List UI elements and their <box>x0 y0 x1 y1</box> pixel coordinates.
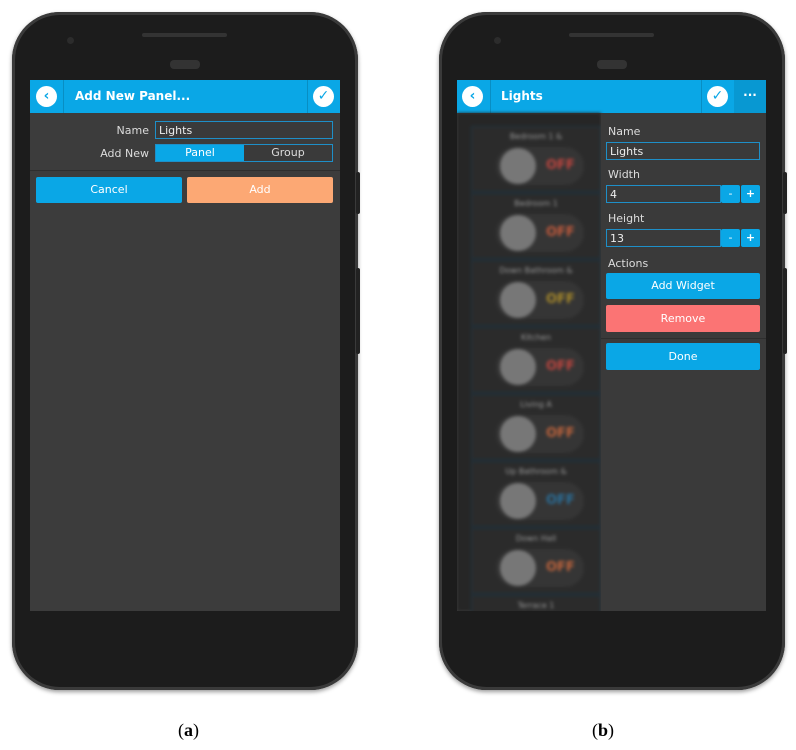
caption-b-letter: b <box>598 720 609 740</box>
back-button[interactable]: ‹ <box>462 86 483 107</box>
name-input[interactable]: Lights <box>155 121 333 139</box>
type-segmented-control: Panel Group <box>155 144 333 162</box>
widget-card[interactable]: Down Bathroom & OFF <box>471 260 601 326</box>
actions-label: Actions <box>608 257 649 270</box>
divider <box>490 80 491 113</box>
divider <box>701 80 702 113</box>
widget-list: Bedroom 1 & OFF Bedroom 1 OFF Down Bathroo… <box>457 113 601 611</box>
check-icon: ✓ <box>711 88 724 104</box>
width-input[interactable]: 4 <box>606 185 721 203</box>
camera <box>494 37 501 44</box>
confirm-button[interactable]: ✓ <box>707 86 728 107</box>
toggle-state: OFF <box>546 426 575 441</box>
name-label: Name <box>608 125 641 138</box>
toggle-switch[interactable]: OFF <box>496 482 584 520</box>
toggle-knob <box>500 282 536 318</box>
widget-card[interactable]: Terrace 1 OFF <box>471 595 601 611</box>
toggle-knob <box>500 215 536 251</box>
widget-card[interactable]: Bedroom 1 OFF <box>471 193 601 259</box>
toggle-state: OFF <box>546 225 575 240</box>
segment-group[interactable]: Group <box>244 145 332 161</box>
widget-title: Down Bathroom & <box>499 266 573 275</box>
done-button[interactable]: Done <box>606 343 760 370</box>
toggle-state: OFF <box>546 359 575 374</box>
speaker <box>569 33 654 37</box>
width-label: Width <box>608 168 640 181</box>
widget-card[interactable]: Up Bathroom & OFF <box>471 461 601 527</box>
page-title: Add New Panel... <box>75 89 191 103</box>
sensor <box>170 60 200 69</box>
caption-b: (b) <box>592 720 615 740</box>
sensor <box>597 60 627 69</box>
app-header: ‹ Add New Panel... ✓ <box>30 80 340 113</box>
toggle-knob <box>500 349 536 385</box>
phone-a: ‹ Add New Panel... ✓ Name Lights Add New… <box>12 12 358 690</box>
width-increment-button[interactable]: + <box>741 185 760 203</box>
add-button[interactable]: Add <box>187 177 333 203</box>
speaker <box>142 33 227 37</box>
toggle-state: OFF <box>546 560 575 575</box>
segment-panel[interactable]: Panel <box>156 145 244 161</box>
widget-card[interactable]: Kitchen OFF <box>471 327 601 393</box>
widget-card[interactable]: Living A OFF <box>471 394 601 460</box>
side-button <box>783 172 787 214</box>
check-icon: ✓ <box>317 88 330 104</box>
caption-a: (a) <box>178 720 199 740</box>
toggle-switch[interactable]: OFF <box>496 281 584 319</box>
divider <box>63 80 64 113</box>
height-input[interactable]: 13 <box>606 229 721 247</box>
toggle-knob <box>500 148 536 184</box>
widget-title: Bedroom 1 <box>514 199 558 208</box>
width-decrement-button[interactable]: - <box>721 185 740 203</box>
toggle-switch[interactable]: OFF <box>496 415 584 453</box>
widget-card[interactable]: Down Hall OFF <box>471 528 601 594</box>
confirm-button[interactable]: ✓ <box>313 86 334 107</box>
toggle-knob <box>500 550 536 586</box>
widget-title: Up Bathroom & <box>505 467 567 476</box>
add-widget-button[interactable]: Add Widget <box>606 273 760 299</box>
screen-b: ‹ Lights ✓ ··· Bedroom 1 & OFF Bedroom 1 … <box>457 80 766 611</box>
height-decrement-button[interactable]: - <box>721 229 740 247</box>
cancel-button[interactable]: Cancel <box>36 177 182 203</box>
remove-button[interactable]: Remove <box>606 305 760 332</box>
chevron-left-icon: ‹ <box>469 88 476 104</box>
widget-title: Bedroom 1 & <box>509 132 563 141</box>
toggle-state: OFF <box>546 158 575 173</box>
settings-panel: Name Lights Width 4 - + Height 13 - + Ac… <box>601 113 766 611</box>
toggle-state: OFF <box>546 493 575 508</box>
more-button[interactable]: ··· <box>734 80 766 113</box>
name-input[interactable]: Lights <box>606 142 760 160</box>
page-title: Lights <box>501 89 543 103</box>
widget-title: Living A <box>520 400 552 409</box>
caption-a-letter: a <box>184 720 193 740</box>
camera <box>67 37 74 44</box>
ellipsis-icon: ··· <box>743 88 757 102</box>
toggle-knob <box>500 416 536 452</box>
divider <box>30 170 340 171</box>
toggle-switch[interactable]: OFF <box>496 214 584 252</box>
side-button <box>783 268 787 354</box>
back-button[interactable]: ‹ <box>36 86 57 107</box>
name-label: Name <box>116 124 149 137</box>
widget-title: Kitchen <box>520 333 552 342</box>
widget-title: Down Hall <box>515 534 557 543</box>
chevron-left-icon: ‹ <box>43 88 50 104</box>
side-button <box>356 268 360 354</box>
widget-title: Terrace 1 <box>517 601 555 610</box>
toggle-switch[interactable]: OFF <box>496 348 584 386</box>
phone-b: ‹ Lights ✓ ··· Bedroom 1 & OFF Bedroom 1 … <box>439 12 785 690</box>
widget-card[interactable]: Bedroom 1 & OFF <box>471 126 601 192</box>
divider <box>307 80 308 113</box>
toggle-knob <box>500 483 536 519</box>
toggle-switch[interactable]: OFF <box>496 147 584 185</box>
add-new-label: Add New <box>100 147 149 160</box>
side-button <box>356 172 360 214</box>
height-increment-button[interactable]: + <box>741 229 760 247</box>
height-label: Height <box>608 212 645 225</box>
toggle-switch[interactable]: OFF <box>496 549 584 587</box>
screen-a: ‹ Add New Panel... ✓ Name Lights Add New… <box>30 80 340 611</box>
divider <box>601 338 766 339</box>
toggle-state: OFF <box>546 292 575 307</box>
app-header: ‹ Lights ✓ ··· <box>457 80 766 113</box>
